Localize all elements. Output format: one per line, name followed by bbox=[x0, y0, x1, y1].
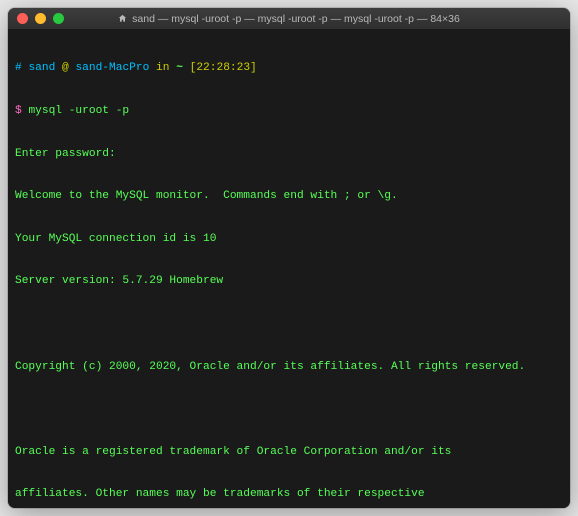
shell-command: mysql -uroot -p bbox=[28, 105, 129, 117]
command-line: $ mysql -uroot -p bbox=[15, 104, 563, 118]
prompt-dollar: $ bbox=[15, 105, 22, 117]
output-line: Enter password: bbox=[15, 147, 563, 161]
prompt-at: @ bbox=[62, 62, 69, 74]
prompt-user: sand bbox=[28, 62, 55, 74]
blank-line bbox=[15, 402, 563, 416]
titlebar[interactable]: sand — mysql -uroot -p — mysql -uroot -p… bbox=[8, 8, 570, 30]
output-line: Welcome to the MySQL monitor. Commands e… bbox=[15, 189, 563, 203]
output-line: Oracle is a registered trademark of Orac… bbox=[15, 445, 563, 459]
close-icon[interactable] bbox=[17, 13, 28, 24]
prompt-path: ~ bbox=[176, 62, 183, 74]
prompt-hash: # bbox=[15, 62, 22, 74]
prompt-time: [22:28:23] bbox=[190, 62, 257, 74]
output-line: Your MySQL connection id is 10 bbox=[15, 232, 563, 246]
home-icon bbox=[118, 14, 127, 23]
window-title: sand — mysql -uroot -p — mysql -uroot -p… bbox=[8, 13, 570, 25]
prompt-in: in bbox=[156, 62, 169, 74]
prompt-host: sand-MacPro bbox=[75, 62, 149, 74]
maximize-icon[interactable] bbox=[53, 13, 64, 24]
blank-line bbox=[15, 317, 563, 331]
traffic-lights bbox=[8, 13, 64, 24]
window-title-text: sand — mysql -uroot -p — mysql -uroot -p… bbox=[132, 13, 460, 25]
terminal-window: sand — mysql -uroot -p — mysql -uroot -p… bbox=[8, 8, 570, 508]
minimize-icon[interactable] bbox=[35, 13, 46, 24]
output-line: Server version: 5.7.29 Homebrew bbox=[15, 274, 563, 288]
terminal-body[interactable]: # sand @ sand-MacPro in ~ [22:28:23] $ m… bbox=[8, 30, 570, 508]
output-line: Copyright (c) 2000, 2020, Oracle and/or … bbox=[15, 360, 563, 374]
shell-prompt-line: # sand @ sand-MacPro in ~ [22:28:23] bbox=[15, 61, 563, 75]
